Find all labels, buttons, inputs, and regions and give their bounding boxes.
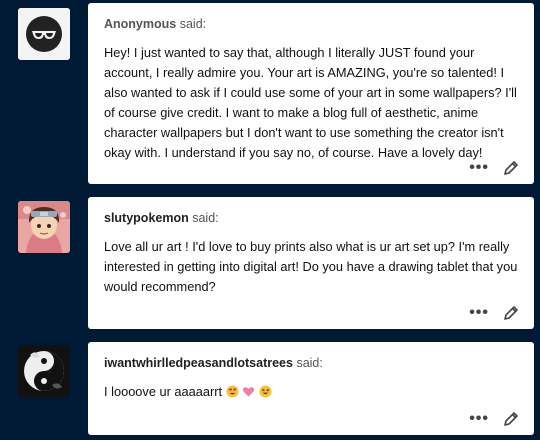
more-options-icon[interactable]: •••	[469, 411, 489, 427]
asker-line: Anonymous said:	[104, 16, 518, 32]
asker-name[interactable]: Anonymous	[104, 17, 176, 31]
yin-yang-avatar	[18, 345, 70, 397]
question-text: Hey! I just wanted to say that, although…	[104, 45, 517, 160]
avatar[interactable]	[18, 201, 70, 253]
asker-line: iwantwhirlledpeasandlotsatrees said:	[104, 355, 518, 371]
asker-name[interactable]: iwantwhirlledpeasandlotsatrees	[104, 356, 293, 370]
post-actions: •••	[469, 160, 519, 176]
anime-character-avatar	[18, 201, 70, 253]
avatar[interactable]	[18, 8, 70, 60]
question-text: I loooove ur aaaaarrt	[104, 384, 223, 399]
anonymous-sunglasses-icon	[18, 8, 70, 60]
question-text: Love all ur art ! I'd love to buy prints…	[104, 239, 518, 294]
post-actions: •••	[469, 305, 519, 321]
said-label: said:	[296, 356, 323, 370]
edit-pencil-icon[interactable]	[503, 411, 519, 427]
more-options-icon[interactable]: •••	[469, 160, 489, 176]
asker-name[interactable]: slutypokemon	[104, 211, 189, 225]
question-line: I loooove ur aaaaarrt	[104, 382, 518, 402]
heart-eyes-emoji-icon	[226, 385, 239, 398]
ask-card: slutypokemon said: Love all ur art ! I'd…	[88, 197, 534, 329]
post-actions: •••	[469, 411, 519, 427]
more-options-icon[interactable]: •••	[469, 305, 489, 321]
sparkling-heart-emoji-icon	[243, 385, 255, 397]
ask-card: Anonymous said: Hey! I just wanted to sa…	[88, 3, 534, 184]
asker-line: slutypokemon said:	[104, 210, 518, 226]
said-label: said:	[179, 17, 207, 31]
edit-pencil-icon[interactable]	[503, 305, 519, 321]
avatar[interactable]	[18, 345, 70, 397]
grinning-squint-emoji-icon	[259, 385, 272, 398]
said-label: said:	[192, 211, 219, 225]
ask-card: iwantwhirlledpeasandlotsatrees said: I l…	[88, 342, 534, 435]
edit-pencil-icon[interactable]	[503, 160, 519, 176]
